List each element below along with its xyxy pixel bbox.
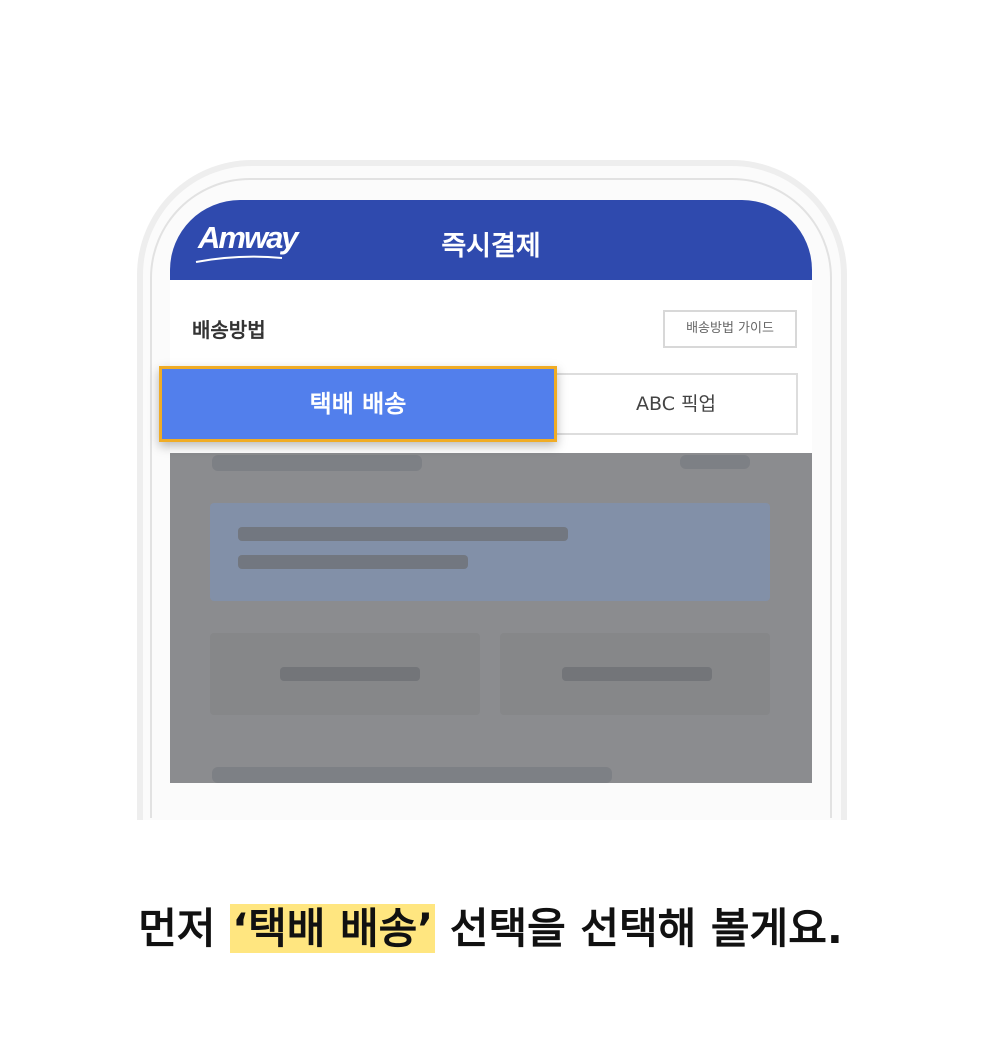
abc-pickup-option[interactable]: ABC 픽업 [556,373,798,435]
caption-highlight: ‘택배 배송’ [230,904,436,953]
page-title: 즉시결제 [441,231,541,262]
blurred-text [238,527,568,541]
blurred-row [212,767,612,783]
delivery-method-title: 배송방법 [192,318,266,342]
blurred-row [680,455,750,469]
blurred-button [500,633,770,715]
blurred-address-box [210,503,770,601]
blurred-row [212,455,422,471]
blurred-text [280,667,420,681]
phone-screen: Amway 즉시결제 배송방법 배송방법 가이드 ABC 픽업 [170,200,812,783]
instruction-caption: 먼저 ‘택배 배송’ 선택을 선택해 볼게요. [0,895,981,956]
app-header: Amway 즉시결제 [170,200,812,280]
blurred-text [238,555,468,569]
courier-delivery-option[interactable]: 택배 배송 [159,366,557,442]
caption-prefix: 먼저 [138,904,231,953]
caption-suffix: 선택을 선택해 볼게요. [435,904,843,953]
blurred-button [210,633,480,715]
blurred-text [562,667,712,681]
delivery-guide-button[interactable]: 배송방법 가이드 [663,310,797,348]
dimmed-overlay [170,453,812,783]
